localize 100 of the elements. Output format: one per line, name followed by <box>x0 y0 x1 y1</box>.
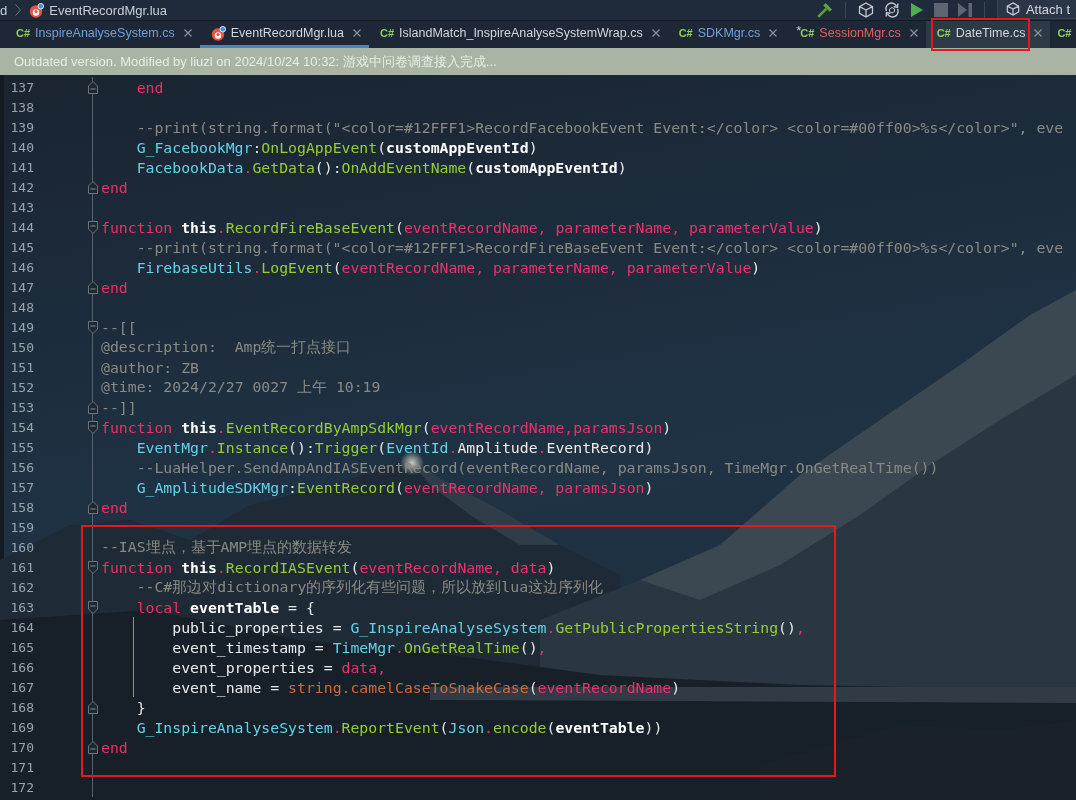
code-line: G_FacebookMgr:OnLogAppEvent(customAppEventId) <box>136 138 538 156</box>
code-line: FacebookData.GetData():OnAddEventName(customAppEventId) <box>136 158 627 176</box>
file-icon <box>29 2 45 18</box>
file-type-label: C# <box>678 27 693 39</box>
code-line: --print(string.format("<color=#12FFF1>RecordFireBaseEvent Event:</color> <color=#00ff00>%s</color>", eve <box>136 238 1064 256</box>
play-icon[interactable] <box>909 2 924 18</box>
fold-icon[interactable] <box>88 420 98 434</box>
code-line: event_name = string.camelCaseToSnakeCase(eventRecordName) <box>172 678 681 696</box>
line-number: 153 <box>9 399 34 415</box>
line-number: 164 <box>9 619 34 635</box>
code-line: function this.EventRecordByAmpSdkMgr(eventRecordName,paramsJson) <box>101 418 672 436</box>
file-type-label: C# <box>379 27 395 39</box>
fold-icon[interactable] <box>88 280 98 294</box>
fold-icon[interactable] <box>88 600 98 614</box>
code-line: G_AmplitudeSDKMgr:EventRecord(eventRecordName, paramsJson) <box>136 478 654 496</box>
fold-icon[interactable] <box>88 400 98 414</box>
file-icon <box>210 25 226 41</box>
line-number: 165 <box>9 639 34 655</box>
close-icon[interactable] <box>1034 29 1043 37</box>
fold-icon[interactable] <box>88 180 98 194</box>
line-number: 146 <box>9 259 34 275</box>
cube-icon[interactable] <box>857 2 874 18</box>
code-line: @description: Amp统一打点接口 <box>101 337 352 357</box>
code-line: --IAS埋点，基于AMP埋点的数据转发 <box>101 537 353 557</box>
close-icon[interactable] <box>651 29 660 37</box>
line-number: 171 <box>9 759 34 775</box>
fold-icon[interactable] <box>88 700 98 714</box>
unsaved-marker: * <box>796 23 802 38</box>
line-number: 152 <box>9 379 34 395</box>
code-line: function this.RecordIASEvent(eventRecordName, data) <box>101 558 556 576</box>
code-line: FirebaseUtils.LogEvent(eventRecordName, parameterName, parameterValue) <box>136 258 761 276</box>
code-line: @author: ZB <box>101 358 199 376</box>
line-number: 154 <box>9 419 34 435</box>
chevron-icon <box>15 4 22 16</box>
close-icon[interactable] <box>769 29 778 37</box>
code-line: local eventTable = { <box>136 598 315 616</box>
fold-icon[interactable] <box>88 80 98 94</box>
line-number: 168 <box>9 699 34 715</box>
line-number: 149 <box>9 319 34 335</box>
code-line: end <box>101 498 128 516</box>
file-type-label: C# <box>936 27 951 39</box>
line-number: 138 <box>9 99 34 115</box>
hammer-icon[interactable] <box>816 2 833 18</box>
line-number: 169 <box>9 719 34 735</box>
fold-icon[interactable] <box>88 220 98 234</box>
code-line: end <box>101 178 128 196</box>
code-line: --]] <box>101 398 137 416</box>
fold-icon[interactable] <box>88 320 98 334</box>
line-number: 143 <box>9 199 34 215</box>
code-line: EventMgr.Instance():Trigger(EventId.Amplitude.EventRecord) <box>136 438 654 456</box>
file-type-label: C# <box>16 27 31 39</box>
fold-icon[interactable] <box>88 500 98 514</box>
code-line: end <box>136 78 164 96</box>
code-line: public_properties = G_InspireAnalyseSystem.GetPublicPropertiesString(), <box>172 618 805 636</box>
breadcrumb-item[interactable]: EventRecordMgr.lua <box>49 2 167 18</box>
code-line: end <box>101 738 128 756</box>
file-type-label: C# <box>800 27 815 39</box>
code-line: @time: 2024/2/27 0027 上午 10:19 <box>101 377 381 397</box>
code-line: G_InspireAnalyseSystem.ReportEvent(Json.encode(eventTable)) <box>136 718 663 736</box>
line-number: 172 <box>9 779 34 795</box>
line-number: 148 <box>9 299 34 315</box>
line-number: 139 <box>9 119 34 135</box>
line-number: 157 <box>9 479 34 495</box>
line-number: 142 <box>9 179 34 195</box>
line-number: 166 <box>9 659 34 675</box>
line-number: 161 <box>9 559 34 575</box>
close-icon[interactable] <box>352 29 361 37</box>
line-number: 170 <box>9 739 34 755</box>
line-number: 140 <box>9 139 34 155</box>
line-number: 159 <box>9 519 34 535</box>
code-line: --C#那边对dictionary的序列化有些问题，所以放到lua这边序列化 <box>136 577 604 597</box>
line-number: 144 <box>9 219 34 235</box>
code-line: } <box>136 698 146 716</box>
line-number: 160 <box>9 539 34 555</box>
breadcrumb-item[interactable]: d <box>0 2 8 18</box>
code-line: event_timestamp = TimeMgr.OnGetRealTime(), <box>172 638 547 656</box>
editor-tab[interactable]: C# DateTime.cs <box>925 21 1051 48</box>
line-number: 156 <box>9 459 34 475</box>
line-number: 147 <box>9 279 34 295</box>
code-line: event_properties = data, <box>172 658 387 676</box>
refresh-icon[interactable] <box>883 2 900 18</box>
line-number: 162 <box>9 579 34 595</box>
code-line: function this.RecordFireBaseEvent(eventRecordName, parameterName, parameterValue) <box>101 218 823 236</box>
attach-button[interactable]: Attach t <box>996 0 1076 19</box>
code-line: --print(string.format("<color=#12FFF1>RecordFacebookEvent Event:</color> <color=#00ff00>%s</color>", eve <box>136 118 1064 136</box>
line-number: 151 <box>9 359 34 375</box>
line-number: 155 <box>9 439 34 455</box>
line-number: 158 <box>9 499 34 515</box>
cube-icon <box>1005 2 1020 16</box>
fold-icon[interactable] <box>88 560 98 574</box>
fold-icon[interactable] <box>88 740 98 754</box>
close-icon[interactable] <box>183 29 192 37</box>
line-number: 150 <box>9 339 34 355</box>
file-type-label: C# <box>1057 27 1072 39</box>
line-number: 163 <box>9 599 34 615</box>
code-line: end <box>101 278 128 296</box>
code-line: --[[ <box>101 318 137 336</box>
line-number: 167 <box>9 679 34 695</box>
line-number: 145 <box>9 239 34 255</box>
close-icon[interactable] <box>909 29 918 37</box>
